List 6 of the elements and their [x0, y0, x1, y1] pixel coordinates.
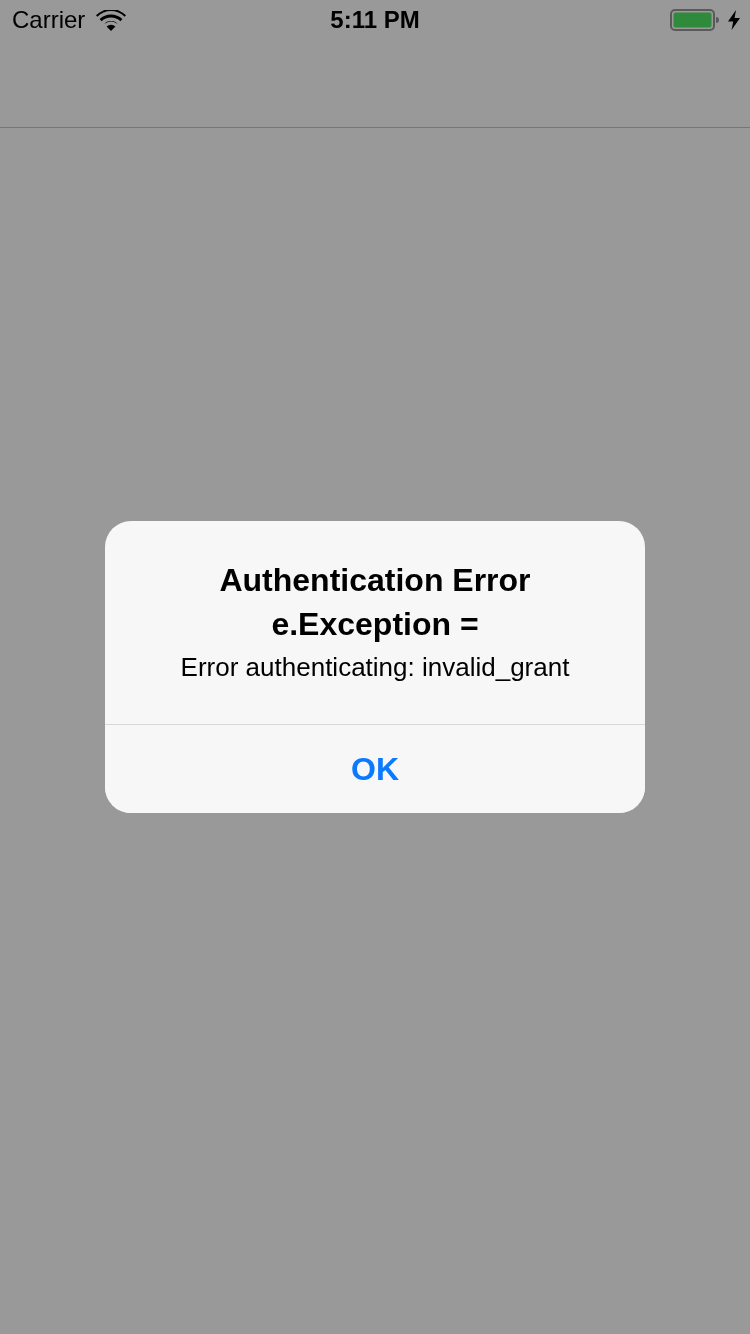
- alert-message: Error authenticating: invalid_grant: [179, 651, 571, 684]
- battery-icon: [670, 9, 719, 31]
- alert-title: Authentication Error e.Exception =: [218, 561, 532, 644]
- wifi-icon: [96, 9, 127, 31]
- carrier-name: Carrier: [12, 6, 86, 34]
- clock-time: 5:11 PM: [330, 6, 420, 34]
